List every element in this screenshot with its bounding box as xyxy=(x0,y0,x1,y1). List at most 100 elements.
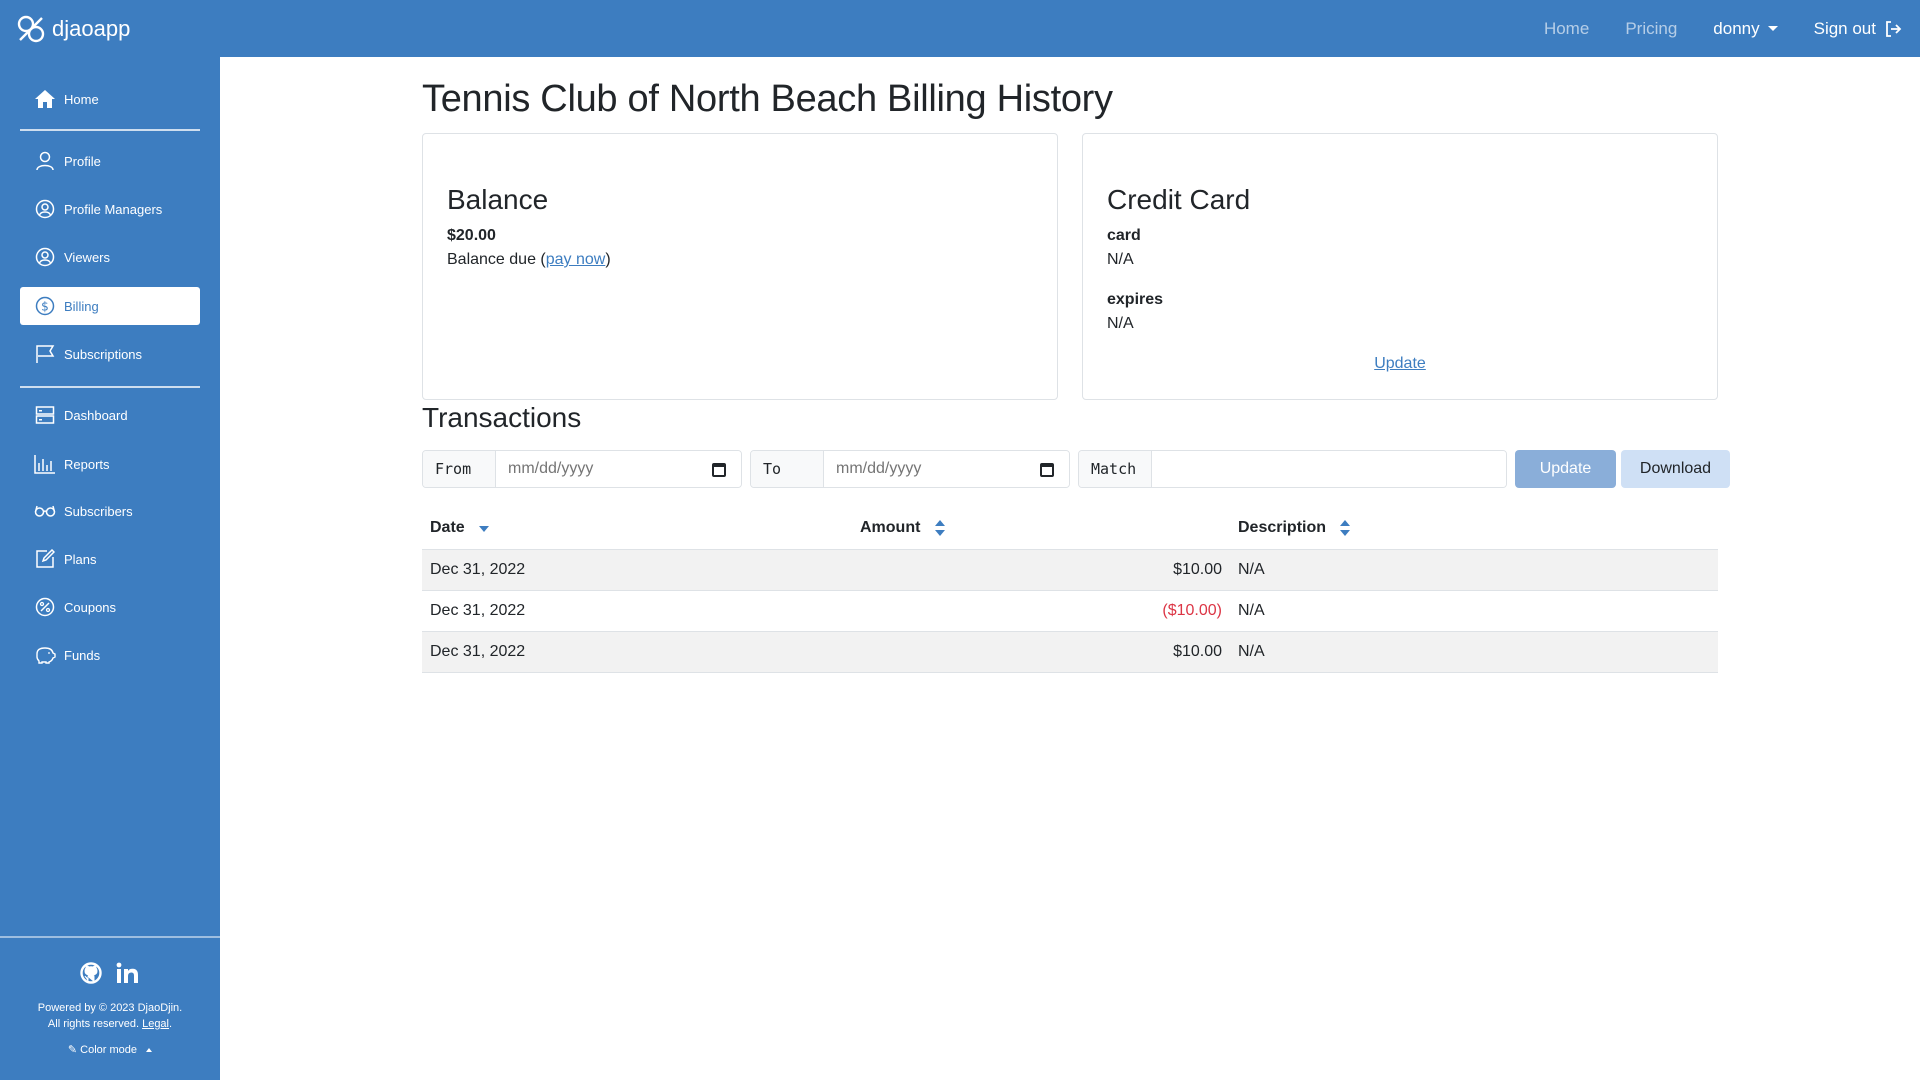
sort-icon xyxy=(934,520,945,537)
color-mode-label: Color mode xyxy=(80,1044,138,1056)
column-header-amount[interactable]: Amount xyxy=(852,508,1230,550)
page-title: Tennis Club of North Beach Billing Histo… xyxy=(422,78,1113,120)
sidebar-item-label: Subscribers xyxy=(64,503,133,519)
edit-icon xyxy=(34,548,56,570)
piggy-bank-icon xyxy=(34,644,56,666)
sidebar-item-label: Reports xyxy=(64,456,110,472)
table-row: Dec 31, 2022 $10.00 N/A xyxy=(422,549,1718,591)
cell-date: Dec 31, 2022 xyxy=(422,549,852,591)
server-icon xyxy=(34,404,56,426)
update-card-link[interactable]: Update xyxy=(1083,355,1717,373)
caret-down-icon xyxy=(1767,26,1778,31)
card-value: N/A xyxy=(1107,251,1134,268)
from-date-group: From xyxy=(422,450,742,488)
linkedin-icon[interactable] xyxy=(116,962,140,984)
sidebar-item-label: Home xyxy=(64,91,99,107)
glasses-icon xyxy=(34,500,56,522)
table-header-row: Date Amount Description xyxy=(422,508,1718,550)
sign-out-link[interactable]: Sign out xyxy=(1814,19,1902,39)
balance-heading: Balance xyxy=(447,184,549,215)
color-mode-toggle[interactable]: ✎ Color mode xyxy=(0,1043,220,1056)
caret-up-icon xyxy=(146,1048,153,1053)
nav-pricing-link[interactable]: Pricing xyxy=(1625,19,1677,39)
sidebar-item-dashboard[interactable]: Dashboard xyxy=(20,396,200,434)
sidebar-footer-text: Powered by © 2023 DjaoDjin. All rights r… xyxy=(0,1000,220,1032)
match-group: Match xyxy=(1078,450,1507,488)
user-menu-dropdown[interactable]: donny xyxy=(1713,18,1778,39)
card-label: card xyxy=(1107,227,1141,244)
balance-amount: $20.00 xyxy=(447,227,496,244)
sidebar-item-label: Coupons xyxy=(64,599,117,615)
rights-text: All rights reserved. xyxy=(47,1018,140,1030)
sidebar-item-profile-managers[interactable]: Profile Managers xyxy=(20,190,200,228)
balance-due-label: Balance due ( xyxy=(447,251,546,268)
calendar-icon[interactable] xyxy=(712,463,726,477)
sort-desc-icon xyxy=(479,526,490,533)
sidebar-item-funds[interactable]: Funds xyxy=(20,636,200,674)
djaoapp-logo-icon xyxy=(17,15,45,43)
sidebar-divider xyxy=(20,129,200,131)
sidebar-item-home[interactable]: Home xyxy=(20,80,200,118)
sidebar: Home Profile Profile Managers Viewers $ … xyxy=(0,57,220,1080)
column-header-label: Amount xyxy=(860,519,921,537)
legal-link[interactable]: Legal xyxy=(142,1018,169,1030)
credit-card-heading: Credit Card xyxy=(1107,184,1251,215)
column-header-label: Date xyxy=(430,519,465,537)
from-label: From xyxy=(423,451,496,487)
flag-icon xyxy=(34,343,56,365)
from-date-input[interactable] xyxy=(496,451,741,487)
sidebar-item-viewers[interactable]: Viewers xyxy=(20,238,200,276)
sidebar-item-subscribers[interactable]: Subscribers xyxy=(20,492,200,530)
sidebar-item-billing[interactable]: $ Billing xyxy=(20,287,200,325)
cell-amount: ($10.00) xyxy=(852,590,1230,632)
dollar-icon: $ xyxy=(34,295,56,317)
balance-due-text: Balance due (pay now) xyxy=(447,251,611,269)
column-header-description[interactable]: Description xyxy=(1230,508,1718,550)
credit-card-card: Credit Card card N/A expires N/A Update xyxy=(1082,133,1718,400)
brand-logo[interactable]: djaoapp xyxy=(16,14,130,44)
expires-label: expires xyxy=(1107,291,1164,308)
brand-name: djaoapp xyxy=(52,16,131,41)
balance-close-paren: ) xyxy=(605,251,611,268)
sidebar-item-profile[interactable]: Profile xyxy=(20,142,200,180)
expires-value: N/A xyxy=(1107,315,1134,332)
sign-out-label: Sign out xyxy=(1813,18,1876,38)
update-button[interactable]: Update xyxy=(1515,450,1616,488)
download-button[interactable]: Download xyxy=(1621,450,1730,488)
user-circle-icon xyxy=(34,198,56,220)
cell-amount: $10.00 xyxy=(852,631,1230,673)
top-navbar: djaoapp Home Pricing donny Sign out xyxy=(0,0,1920,57)
to-date-input[interactable] xyxy=(824,451,1069,487)
to-date-group: To xyxy=(750,450,1070,488)
top-nav-links: Home Pricing donny Sign out xyxy=(1508,0,1902,57)
match-label: Match xyxy=(1079,451,1152,487)
column-header-date[interactable]: Date xyxy=(422,508,852,550)
transactions-heading: Transactions xyxy=(422,402,582,433)
sort-icon xyxy=(1340,520,1351,537)
sidebar-item-coupons[interactable]: Coupons xyxy=(20,588,200,626)
table-row: Dec 31, 2022 $10.00 N/A xyxy=(422,631,1718,673)
balance-card: Balance $20.00 Balance due (pay now) xyxy=(422,133,1058,400)
sidebar-divider xyxy=(20,386,200,388)
user-icon xyxy=(34,150,56,172)
sidebar-item-label: Funds xyxy=(64,647,101,663)
nav-home-link[interactable]: Home xyxy=(1544,19,1589,39)
github-icon[interactable] xyxy=(80,962,102,984)
sidebar-item-label: Profile xyxy=(64,153,101,169)
to-label: To xyxy=(751,451,824,487)
svg-text:$: $ xyxy=(41,300,49,314)
user-circle-icon xyxy=(34,246,56,268)
sidebar-item-label: Subscriptions xyxy=(64,346,143,362)
chart-icon xyxy=(34,453,56,475)
sidebar-item-subscriptions[interactable]: Subscriptions xyxy=(20,335,200,373)
user-name: donny xyxy=(1713,18,1760,38)
sidebar-item-plans[interactable]: Plans xyxy=(20,540,200,578)
calendar-icon[interactable] xyxy=(1040,463,1054,477)
cell-amount: $10.00 xyxy=(852,549,1230,591)
match-input[interactable] xyxy=(1152,451,1506,487)
cell-description: N/A xyxy=(1230,590,1718,632)
sidebar-item-reports[interactable]: Reports xyxy=(20,445,200,483)
pay-now-link[interactable]: pay now xyxy=(546,251,606,268)
home-icon xyxy=(34,88,56,110)
brush-icon: ✎ xyxy=(67,1044,78,1056)
